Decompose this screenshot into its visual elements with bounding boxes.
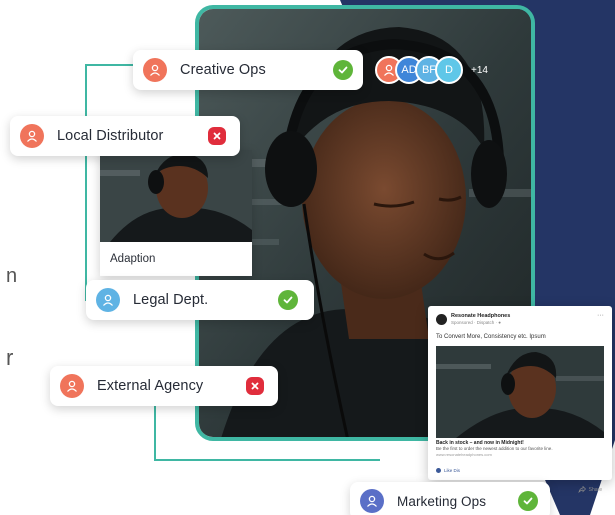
post-body: To Convert More, Consistency etc. Ipsum xyxy=(436,334,546,340)
approval-local-distributor[interactable]: Local Distributor xyxy=(10,116,240,156)
approver-name: External Agency xyxy=(97,378,204,394)
post-image xyxy=(436,346,604,438)
share-button[interactable]: Share xyxy=(578,486,602,493)
approval-creative-ops[interactable]: Creative Ops xyxy=(133,50,363,90)
approver-name: Legal Dept. xyxy=(133,292,209,308)
hero-illustration: n r AD BF D +14 Adaption Creative Ops Lo… xyxy=(0,0,615,515)
approval-marketing-ops[interactable]: Marketing Ops xyxy=(350,482,550,515)
user-icon xyxy=(103,294,113,306)
like-button[interactable]: Like Dis xyxy=(436,468,460,473)
collaborator-avatar[interactable]: D xyxy=(435,56,463,84)
user-icon xyxy=(27,130,37,142)
like-icon xyxy=(436,468,441,473)
share-icon xyxy=(578,486,586,493)
page-avatar xyxy=(436,314,447,325)
check-icon xyxy=(333,60,353,80)
page-name: Resonate Headphones xyxy=(451,313,511,319)
social-post-preview[interactable]: Resonate Headphones Sponsored · Dispatch… xyxy=(428,306,612,493)
approver-name: Creative Ops xyxy=(180,62,266,78)
adaption-label: Adaption xyxy=(110,253,156,265)
more-options-icon[interactable]: ··· xyxy=(597,312,604,319)
approver-name: Marketing Ops xyxy=(397,493,487,509)
approval-external-agency[interactable]: External Agency xyxy=(50,366,278,406)
close-icon xyxy=(246,377,264,395)
user-icon xyxy=(367,495,377,507)
user-icon xyxy=(150,64,160,76)
more-collaborators-count[interactable]: +14 xyxy=(471,65,488,76)
post-description: Be the first to order the newest additio… xyxy=(436,446,553,451)
post-url: www.resonateheadphones.com xyxy=(436,452,492,457)
share-label: Share xyxy=(588,486,602,493)
collaborator-avatar-stack[interactable]: AD BF D +14 xyxy=(375,55,488,85)
approver-avatar xyxy=(20,124,44,148)
adaption-thumbnail xyxy=(100,150,252,242)
approver-avatar xyxy=(96,288,120,312)
approver-name: Local Distributor xyxy=(57,128,164,144)
post-meta: Sponsored · Dispatch · ● xyxy=(451,320,501,325)
cropped-text-fragment-2: r xyxy=(6,345,14,370)
like-label: Like Dis xyxy=(444,468,461,473)
approver-avatar xyxy=(60,374,84,398)
user-icon xyxy=(384,64,394,76)
approver-avatar xyxy=(360,489,384,513)
approver-avatar xyxy=(143,58,167,82)
adaption-card[interactable]: Adaption xyxy=(100,150,252,276)
close-icon xyxy=(208,127,226,145)
check-icon xyxy=(278,290,298,310)
cropped-text-fragment-1: n xyxy=(6,265,18,287)
user-icon xyxy=(67,380,77,392)
check-icon xyxy=(518,491,538,511)
approval-legal-dept[interactable]: Legal Dept. xyxy=(86,280,314,320)
